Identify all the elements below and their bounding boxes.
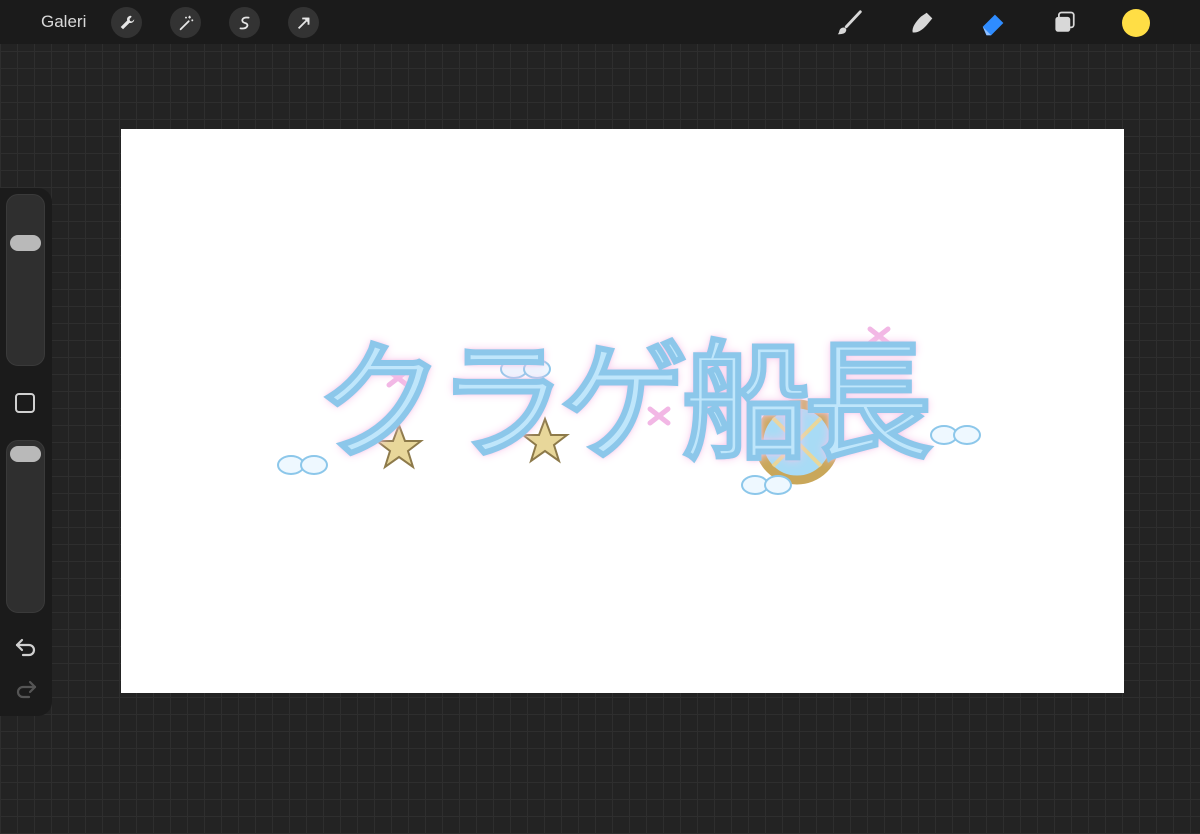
arrow-cursor-icon — [297, 17, 309, 29]
layers-icon — [1055, 11, 1075, 32]
undo-icon[interactable] — [13, 636, 39, 658]
drawing-canvas[interactable]: クラゲ船長 — [121, 129, 1124, 693]
wrench-icon — [120, 15, 134, 29]
left-sidebar — [0, 188, 52, 716]
opacity-slider[interactable] — [6, 440, 45, 613]
eraser-tool[interactable] — [978, 7, 1010, 39]
smudge-tool[interactable] — [906, 7, 938, 39]
brush-icon — [837, 10, 862, 35]
color-picker-button[interactable] — [1122, 9, 1150, 37]
modify-button[interactable] — [15, 393, 35, 413]
actions-button[interactable] — [111, 7, 142, 38]
top-toolbar: Galeri — [0, 0, 1200, 44]
layers-button[interactable] — [1049, 7, 1081, 39]
smudge-icon — [912, 12, 933, 33]
selection-s-icon — [239, 16, 249, 29]
opacity-thumb[interactable] — [10, 446, 41, 462]
brush-tool[interactable] — [834, 7, 866, 39]
gallery-button[interactable]: Galeri — [41, 12, 86, 32]
artwork-lettering: クラゲ船長 — [315, 328, 933, 479]
brush-size-thumb[interactable] — [10, 235, 41, 251]
redo-icon[interactable] — [13, 678, 39, 700]
brush-size-slider[interactable] — [6, 194, 45, 366]
selection-button[interactable] — [229, 7, 260, 38]
adjustments-button[interactable] — [170, 7, 201, 38]
magic-wand-icon — [179, 15, 193, 30]
transform-button[interactable] — [288, 7, 319, 38]
eraser-icon — [982, 14, 1004, 36]
